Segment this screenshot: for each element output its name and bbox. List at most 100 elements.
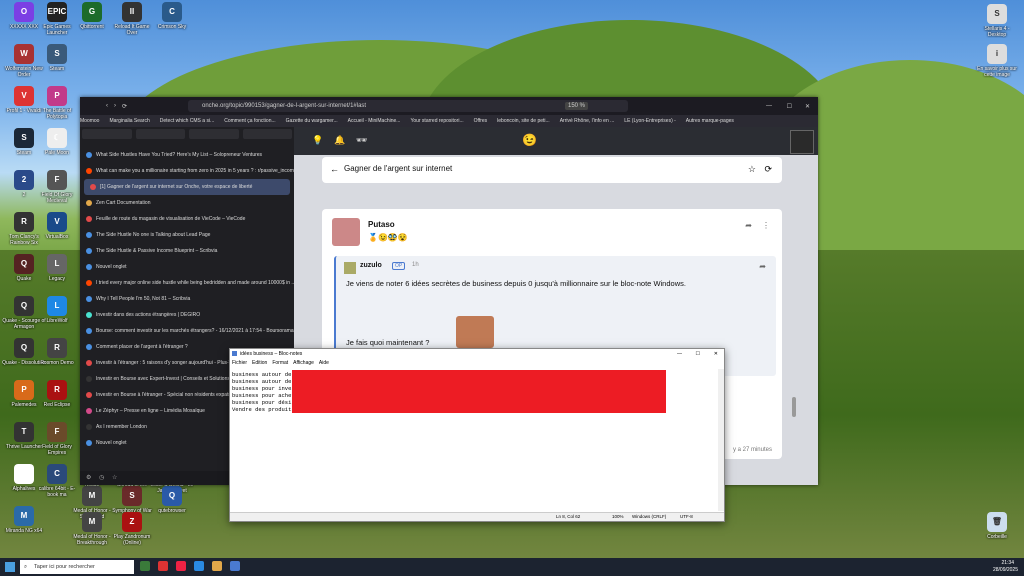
user-avatar[interactable] bbox=[790, 130, 814, 154]
clock-time[interactable]: 21:34 bbox=[1001, 560, 1014, 566]
quote-share-icon[interactable]: ➦ bbox=[759, 262, 766, 271]
share-icon[interactable]: ➦ bbox=[745, 221, 752, 230]
star-icon[interactable]: ☆ bbox=[748, 164, 756, 175]
notepad-textarea[interactable]: business autour de business autour de bu… bbox=[232, 371, 295, 413]
desktop-icon[interactable]: P The Battle of Polytopia bbox=[35, 86, 79, 130]
favicon-icon bbox=[86, 312, 92, 318]
bookmark-item[interactable]: Autres marque-pages bbox=[686, 118, 734, 124]
notepad-menu-item[interactable]: Affichage bbox=[293, 360, 314, 366]
desktop-icon[interactable]: R Rosmon Demo bbox=[35, 338, 79, 382]
desktop-icon[interactable]: 🗑 Corbeille bbox=[975, 512, 1019, 556]
sidebar-tab[interactable]: Investir dans des actions étrangères | D… bbox=[80, 307, 294, 323]
sidebar-tab[interactable]: What can make you a millionaire starting… bbox=[80, 163, 294, 179]
sidebar-panel-button[interactable] bbox=[135, 129, 185, 139]
desktop-icon[interactable]: M Medal of Honor - Breakthrough bbox=[70, 512, 114, 556]
sidebar-tab[interactable]: Nouvel onglet bbox=[80, 259, 294, 275]
taskbar-search[interactable]: ⌕ Taper ici pour rechercher bbox=[20, 560, 134, 574]
settings-icon[interactable]: ⚙ bbox=[86, 475, 91, 481]
sidebar-panel-button[interactable] bbox=[189, 129, 239, 139]
bookmark-item[interactable]: Marginalia Search bbox=[109, 118, 149, 124]
desktop-icon[interactable]: i En savoir plus sur cette image bbox=[975, 44, 1019, 88]
desktop-icon[interactable]: C Crimson Sky bbox=[150, 2, 194, 46]
taskbar-app-icon[interactable] bbox=[140, 561, 150, 571]
desktop-icon[interactable]: Z Play Zandronum (Online) bbox=[110, 512, 154, 556]
post-avatar[interactable] bbox=[332, 218, 360, 246]
bookmark-item[interactable]: Gazette du wargamer... bbox=[286, 118, 338, 124]
taskbar-app-icon[interactable] bbox=[194, 561, 204, 571]
start-icon[interactable] bbox=[5, 562, 15, 572]
sidebar-tab[interactable]: What Side Hustles Have You Tried? Here's… bbox=[80, 147, 294, 163]
sidebar-panel-button[interactable] bbox=[242, 129, 292, 139]
sidebar-tab[interactable]: Zen Cart Documentation bbox=[80, 195, 294, 211]
bookmark-item[interactable]: Moomoo bbox=[80, 118, 99, 124]
desktop-icon[interactable]: F Field Of Glory Medieval bbox=[35, 170, 79, 214]
refresh-icon[interactable]: ⟳ bbox=[764, 164, 772, 175]
history-icon[interactable]: ◷ bbox=[99, 475, 104, 481]
bell-icon[interactable]: 🔔 bbox=[334, 135, 345, 146]
reload-icon[interactable]: ⟳ bbox=[122, 103, 127, 110]
close-icon[interactable]: ✕ bbox=[805, 103, 810, 110]
desktop-icon[interactable]: L LibreWolf bbox=[35, 296, 79, 340]
notepad-menu-item[interactable]: Edition bbox=[252, 360, 267, 366]
post-author[interactable]: Putaso bbox=[368, 220, 395, 229]
sidebar-tab[interactable]: The Side Hustle & Passive Income Bluepri… bbox=[80, 243, 294, 259]
back-icon[interactable]: ‹ bbox=[106, 103, 108, 109]
desktop-icon[interactable]: S Steam bbox=[35, 44, 79, 88]
zoom-badge[interactable]: 150 % bbox=[564, 102, 588, 110]
notepad-menu-item[interactable]: Aide bbox=[319, 360, 329, 366]
bookmark-item[interactable]: Comment ça fonction... bbox=[224, 118, 275, 124]
lightbulb-icon[interactable]: 💡 bbox=[312, 135, 323, 146]
sidebar-tab[interactable]: Feuille de route du magasin de visualisa… bbox=[80, 211, 294, 227]
notepad-maximize-icon[interactable]: ☐ bbox=[696, 349, 700, 359]
site-logo-icon[interactable]: 😉 bbox=[522, 133, 537, 147]
taskbar-app-icon[interactable] bbox=[212, 561, 222, 571]
notepad-scrollbar[interactable] bbox=[718, 369, 724, 511]
back-arrow-icon[interactable]: ← bbox=[330, 164, 339, 174]
sidebar-tab[interactable]: The Side Hustle No one is Talking about … bbox=[80, 227, 294, 243]
url-bar[interactable]: onche.org/topic/990153/gagner-de-l-argen… bbox=[188, 100, 628, 112]
desktop-icon[interactable]: V VirtualBox bbox=[35, 212, 79, 256]
minimize-icon[interactable]: — bbox=[766, 103, 772, 109]
more-options-icon[interactable]: ⋮ bbox=[762, 221, 770, 230]
browser-titlebar[interactable]: ‹ › ⟳ onche.org/topic/990153/gagner-de-l… bbox=[80, 97, 818, 115]
page-scrollbar[interactable] bbox=[792, 397, 796, 417]
favicon-icon bbox=[86, 376, 92, 382]
sidebar-tab[interactable]: Bourse: comment investir sur les marchés… bbox=[80, 323, 294, 339]
notepad-minimize-icon[interactable]: — bbox=[677, 349, 682, 359]
desktop-icon[interactable]: ☾ Pale Moon bbox=[35, 128, 79, 172]
taskbar-app-icon[interactable] bbox=[230, 561, 240, 571]
notepad-close-icon[interactable]: ✕ bbox=[714, 349, 718, 359]
desktop-icon[interactable]: G Qbittorrent bbox=[70, 2, 114, 46]
incognito-icon[interactable]: 🕶 bbox=[356, 135, 367, 146]
taskbar-app-icon[interactable] bbox=[158, 561, 168, 571]
taskbar-app-icon[interactable] bbox=[176, 561, 186, 571]
bookmark-item[interactable]: Your starred repositori... bbox=[410, 118, 463, 124]
notepad-menu-item[interactable]: Fichier bbox=[232, 360, 247, 366]
maximize-icon[interactable]: ☐ bbox=[787, 103, 792, 110]
time-ago: y a 27 minutes bbox=[732, 447, 772, 453]
notepad-window[interactable]: idées business – Bloc-notes — ☐ ✕ Fichie… bbox=[229, 348, 725, 522]
clock-date[interactable]: 28/09/2025 bbox=[993, 567, 1018, 573]
desktop-icon[interactable]: S Stellaris 4 - Desktop bbox=[975, 4, 1019, 48]
desktop-icon[interactable]: R Red Eclipse bbox=[35, 380, 79, 424]
bookmark-item[interactable]: Offres bbox=[474, 118, 488, 124]
notepad-menu-item[interactable]: Format bbox=[272, 360, 288, 366]
bookmark-item[interactable]: LE (Lyon-Entreprises) - bbox=[624, 118, 676, 124]
bookmark-icon[interactable]: ☆ bbox=[112, 475, 117, 481]
notepad-titlebar[interactable]: idées business – Bloc-notes — ☐ ✕ bbox=[230, 349, 724, 359]
sidebar-tab[interactable]: Why I Tell People I'm 50, Not 81 – Scrib… bbox=[80, 291, 294, 307]
bookmark-item[interactable]: Detect which CMS a si... bbox=[160, 118, 214, 124]
bookmark-item[interactable]: leboncoin, site de peti... bbox=[497, 118, 550, 124]
bookmark-item[interactable]: Arrivé Rhône, l'info en ... bbox=[560, 118, 615, 124]
sidebar-tab[interactable]: [1] Gagner de l'argent sur internet sur … bbox=[84, 179, 290, 195]
sidebar-tab[interactable]: I tried every major online side hustle w… bbox=[80, 275, 294, 291]
desktop-icon[interactable]: M Miranda NG x64 bbox=[2, 506, 46, 550]
app-icon: S bbox=[14, 128, 34, 148]
desktop-icon[interactable]: Qqutebrowser bbox=[150, 486, 194, 530]
forward-icon[interactable]: › bbox=[114, 103, 116, 109]
desktop-icon[interactable]: II Reload It Game Over bbox=[110, 2, 154, 46]
bookmark-item[interactable]: Accueil - MiniMachine... bbox=[348, 118, 401, 124]
sidebar-panel-button[interactable] bbox=[82, 129, 132, 139]
desktop-icon[interactable]: L Legacy bbox=[35, 254, 79, 298]
quote-author[interactable]: zuzulo bbox=[360, 262, 382, 269]
